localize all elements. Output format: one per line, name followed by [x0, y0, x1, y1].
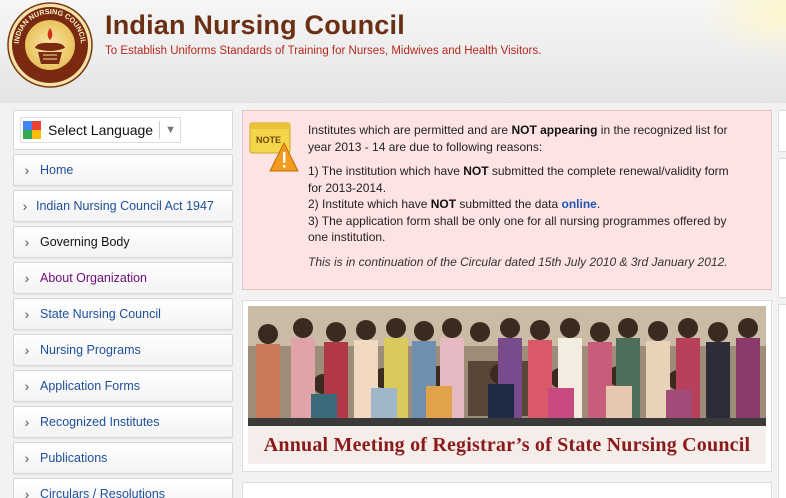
- sidebar-item-application-forms[interactable]: › Application Forms: [13, 370, 233, 402]
- chevron-right-icon: ›: [24, 162, 30, 178]
- chevron-right-icon: ›: [24, 270, 30, 286]
- notice-reason-1: 1) The institution which have NOT submit…: [308, 164, 729, 195]
- notice-reason-3: 3) The application form shall be only on…: [308, 213, 727, 245]
- content-box: [242, 482, 772, 498]
- site-header: INDIAN NURSING COUNCIL Indian Nursing Co…: [0, 0, 786, 103]
- language-select-label: Select Language: [48, 122, 154, 138]
- site-tagline: To Establish Uniforms Standards of Train…: [105, 45, 542, 57]
- site-title: Indian Nursing Council: [105, 10, 405, 40]
- sidebar-item-circulars-resolutions[interactable]: › Circulars / Resolutions: [13, 478, 233, 498]
- notice-intro: Institutes which are permitted and are N…: [308, 123, 728, 154]
- google-translate-icon: [23, 121, 41, 139]
- sidebar-item-label: Circulars / Resolutions: [40, 487, 166, 498]
- sidebar-item-label: Home: [40, 163, 74, 177]
- group-photo-figures: [248, 306, 766, 426]
- language-select[interactable]: Select Language ▼: [20, 117, 181, 143]
- sidebar-item-label: About Organization: [40, 271, 148, 285]
- online-link[interactable]: online: [561, 197, 596, 211]
- language-widget: Select Language ▼: [13, 110, 233, 150]
- note-warning-icon: NOTE: [249, 122, 299, 172]
- right-column-edge: [778, 110, 786, 498]
- council-logo[interactable]: INDIAN NURSING COUNCIL: [5, 2, 95, 88]
- chevron-right-icon: ›: [24, 342, 30, 358]
- sidebar-item-label: Recognized Institutes: [40, 415, 160, 429]
- notice-box: NOTE Institutes which are permitted and …: [242, 110, 772, 290]
- banner-caption: Annual Meeting of Registrar’s of State N…: [248, 426, 766, 464]
- chevron-right-icon: ›: [22, 198, 28, 214]
- svg-text:NOTE: NOTE: [256, 135, 281, 145]
- sidebar-item-home[interactable]: › Home: [13, 154, 233, 186]
- group-photo: [248, 306, 766, 426]
- banner: Annual Meeting of Registrar’s of State N…: [242, 300, 772, 472]
- sidebar-item-governing-body[interactable]: › Governing Body: [13, 226, 233, 258]
- sidebar-item-nursing-programs[interactable]: › Nursing Programs: [13, 334, 233, 366]
- sidebar-item-indian-nursing-council-act-1947[interactable]: › Indian Nursing Council Act 1947: [13, 190, 233, 222]
- sidebar-item-publications[interactable]: › Publications: [13, 442, 233, 474]
- sidebar-item-label: Governing Body: [40, 235, 130, 249]
- sidebar-item-about-organization[interactable]: › About Organization: [13, 262, 233, 294]
- chevron-right-icon: ›: [24, 450, 30, 466]
- sidebar-item-label: Indian Nursing Council Act 1947: [36, 199, 214, 213]
- chevron-right-icon: ›: [24, 414, 30, 430]
- notice-text: Institutes which are permitted and are N…: [308, 122, 744, 270]
- sidebar-item-label: State Nursing Council: [40, 307, 161, 321]
- chevron-down-icon: ▼: [165, 124, 176, 136]
- sidebar-item-state-nursing-council[interactable]: › State Nursing Council: [13, 298, 233, 330]
- sidebar-item-label: Application Forms: [40, 379, 141, 393]
- chevron-right-icon: ›: [24, 486, 30, 498]
- notice-reason-2: 2) Institute which have NOT submitted th…: [308, 197, 601, 211]
- chevron-right-icon: ›: [24, 234, 30, 250]
- chevron-right-icon: ›: [24, 378, 30, 394]
- notice-footnote: This is in continuation of the Circular …: [308, 254, 728, 269]
- sidebar: Select Language ▼ › Home › Indian Nursing C…: [13, 110, 233, 498]
- sidebar-item-recognized-institutes[interactable]: › Recognized Institutes: [13, 406, 233, 438]
- sidebar-item-label: Nursing Programs: [40, 343, 141, 357]
- chevron-right-icon: ›: [24, 306, 30, 322]
- sidebar-item-label: Publications: [40, 451, 108, 465]
- main-nav: › Home › Indian Nursing Council Act 1947 › Go…: [13, 154, 233, 498]
